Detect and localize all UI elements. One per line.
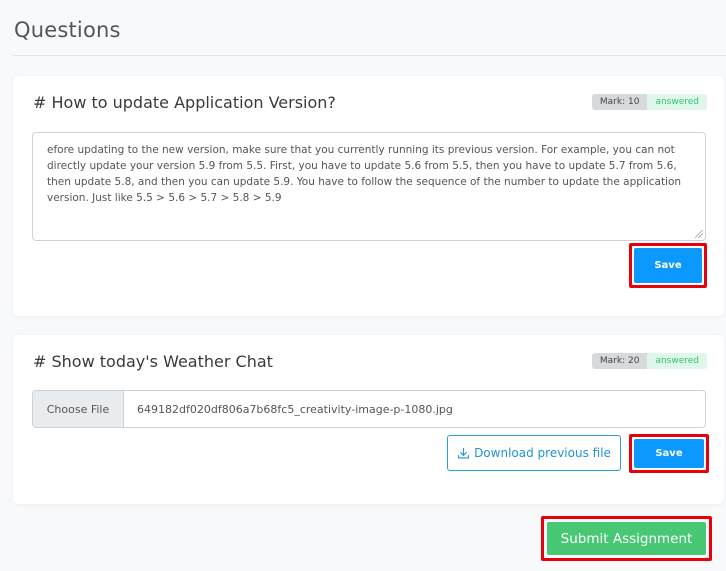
- status-badge: answered: [647, 353, 707, 369]
- save-button[interactable]: Save: [634, 439, 704, 468]
- file-input[interactable]: Choose File 649182df020df806a7b68fc5_cre…: [32, 390, 706, 428]
- download-label: Download previous file: [474, 446, 611, 460]
- file-name: 649182df020df806a7b68fc5_creativity-imag…: [137, 402, 453, 416]
- resize-handle-icon[interactable]: [695, 230, 703, 238]
- submit-assignment-button[interactable]: Submit Assignment: [547, 522, 706, 555]
- download-previous-file-button[interactable]: Download previous file: [447, 435, 621, 471]
- page-title: Questions: [14, 18, 121, 42]
- save-button[interactable]: Save: [634, 248, 702, 283]
- submit-button-highlight: Submit Assignment: [541, 516, 712, 561]
- mark-badge: Mark: 20: [591, 353, 648, 369]
- answer-text: efore updating to the new version, make …: [47, 144, 682, 204]
- mark-badge: Mark: 10: [591, 94, 648, 110]
- choose-file-button[interactable]: Choose File: [33, 391, 124, 427]
- status-badge: answered: [647, 94, 707, 110]
- page: Questions # How to update Application Ve…: [0, 0, 726, 571]
- question-title: # Show today's Weather Chat: [33, 352, 273, 371]
- question-card-1: # How to update Application Version? Mar…: [13, 76, 724, 316]
- save-button-highlight: Save: [629, 243, 707, 288]
- question-title: # How to update Application Version?: [33, 93, 336, 112]
- question-badges: Mark: 20 answered: [591, 353, 707, 369]
- question-badges: Mark: 10 answered: [591, 94, 707, 110]
- save-button-highlight: Save: [629, 434, 709, 473]
- answer-textarea[interactable]: efore updating to the new version, make …: [32, 132, 706, 241]
- title-divider: [12, 55, 726, 56]
- download-icon: [458, 447, 470, 459]
- question-card-2: # Show today's Weather Chat Mark: 20 ans…: [13, 335, 724, 504]
